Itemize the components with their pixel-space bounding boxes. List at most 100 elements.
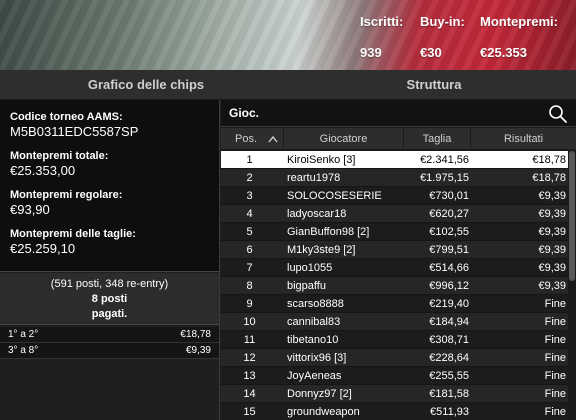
row-position: 6 bbox=[246, 244, 253, 256]
table-row[interactable]: 4 ladyoscar18 €620,27 €9,39 bbox=[221, 205, 568, 223]
total-prize-value: €25.353,00 bbox=[10, 163, 76, 178]
regular-prize-value: €93,90 bbox=[10, 202, 50, 217]
row-stack: €219,40 bbox=[429, 298, 469, 310]
table-row[interactable]: 13 JoyAeneas €255,55 Fine bbox=[221, 367, 568, 385]
row-stack: €102,55 bbox=[429, 226, 469, 238]
row-stack: €511,93 bbox=[430, 406, 469, 418]
row-stack: €184,94 bbox=[429, 316, 469, 328]
table-row[interactable]: 14 Donnyz97 [2] €181,58 Fine bbox=[221, 385, 568, 403]
row-position: 12 bbox=[243, 352, 256, 364]
row-player: SOLOCOSESERIE bbox=[287, 190, 382, 202]
table-row[interactable]: 11 tibetano10 €308,71 Fine bbox=[221, 331, 568, 349]
row-player: lupo1055 bbox=[287, 262, 333, 274]
paid-suffix-text: pagati. bbox=[91, 308, 128, 320]
total-prize-label: Montepremi totale: bbox=[10, 150, 109, 162]
row-result: €9,39 bbox=[538, 244, 566, 256]
buyin-label: Buy-in: bbox=[420, 14, 465, 29]
column-header-result[interactable]: Risultati bbox=[471, 128, 576, 150]
table-row[interactable]: 3 SOLOCOSESERIE €730,01 €9,39 bbox=[221, 187, 568, 205]
column-header-pos[interactable]: Pos. bbox=[221, 128, 284, 150]
row-player: ladyoscar18 bbox=[287, 208, 347, 220]
players-table-body: 1 KiroiSenko [3] €2.341,56 €18,78 2 reartu197… bbox=[221, 151, 568, 420]
row-result: Fine bbox=[544, 406, 566, 418]
entries-text: (591 posti, 348 re-entry) bbox=[50, 278, 169, 290]
iscritti-label: Iscritti: bbox=[360, 14, 404, 29]
row-result: €18,78 bbox=[532, 172, 566, 184]
row-stack: €799,51 bbox=[429, 244, 469, 256]
player-search-bar[interactable]: Gioc. bbox=[221, 100, 576, 127]
row-player: M1ky3ste9 [2] bbox=[287, 244, 356, 256]
row-player: GianBuffon98 [2] bbox=[287, 226, 370, 238]
row-stack: €730,01 bbox=[429, 190, 469, 202]
row-player: bigpaffu bbox=[287, 280, 326, 292]
code-label: Codice torneo AAMS: bbox=[10, 111, 123, 123]
row-position: 10 bbox=[243, 316, 256, 328]
row-player: KiroiSenko [3] bbox=[287, 154, 356, 166]
column-header-player[interactable]: Giocatore bbox=[284, 128, 404, 150]
search-icon[interactable] bbox=[548, 104, 568, 124]
tab-grafico-chips[interactable]: Grafico delle chips bbox=[0, 70, 292, 100]
column-pos-label: Pos. bbox=[235, 133, 258, 145]
row-player: tibetano10 bbox=[287, 334, 339, 346]
row-position: 11 bbox=[243, 334, 256, 346]
row-result: €18,78 bbox=[532, 154, 566, 166]
tournament-header: Iscritti: 939 Buy-in: €30 Montepremi: €2… bbox=[0, 0, 576, 70]
payout-row: 3° a 8° €9,39 bbox=[0, 343, 219, 359]
row-result: €9,39 bbox=[538, 262, 566, 274]
row-result: Fine bbox=[544, 298, 566, 310]
row-position: 9 bbox=[246, 298, 253, 310]
table-row[interactable]: 10 cannibal83 €184,94 Fine bbox=[221, 313, 568, 331]
column-header-stack[interactable]: Taglia bbox=[404, 128, 471, 150]
row-stack: €2.341,56 bbox=[420, 154, 469, 166]
table-row[interactable]: 5 GianBuffon98 [2] €102,55 €9,39 bbox=[221, 223, 568, 241]
row-position: 3 bbox=[246, 190, 253, 202]
row-stack: €1.975,15 bbox=[420, 172, 469, 184]
search-label: Gioc. bbox=[229, 106, 260, 120]
table-row[interactable]: 8 bigpaffu €996,12 €9,39 bbox=[221, 277, 568, 295]
row-result: €9,39 bbox=[538, 208, 566, 220]
row-player: cannibal83 bbox=[287, 316, 341, 328]
table-scrollbar[interactable] bbox=[568, 151, 576, 420]
row-position: 7 bbox=[246, 262, 253, 274]
table-row[interactable]: 9 scarso8888 €219,40 Fine bbox=[221, 295, 568, 313]
row-result: Fine bbox=[544, 352, 566, 364]
row-result: Fine bbox=[544, 388, 566, 400]
buyin-value: €30 bbox=[420, 45, 442, 60]
table-row[interactable]: 12 vittorix96 [3] €228,64 Fine bbox=[221, 349, 568, 367]
row-position: 4 bbox=[246, 208, 253, 220]
row-position: 15 bbox=[243, 406, 256, 418]
paid-count-text: 8 posti bbox=[91, 293, 128, 305]
table-row[interactable]: 6 M1ky3ste9 [2] €799,51 €9,39 bbox=[221, 241, 568, 259]
row-stack: €228,64 bbox=[429, 352, 469, 364]
payout-amount: €9,39 bbox=[185, 345, 211, 356]
row-stack: €620,27 bbox=[429, 208, 469, 220]
row-position: 8 bbox=[246, 280, 253, 292]
tab-bar: Grafico delle chips Struttura bbox=[0, 70, 576, 100]
row-player: reartu1978 bbox=[287, 172, 341, 184]
bounty-prize-value: €25.259,10 bbox=[10, 241, 76, 256]
payout-range: 1° a 2° bbox=[8, 329, 39, 340]
row-position: 13 bbox=[243, 370, 256, 382]
prize-info: Codice torneo AAMS: M5B0311EDC5587SP Mon… bbox=[0, 100, 219, 272]
players-panel: Gioc. Pos. Giocatore Taglia Risultati 1 K… bbox=[221, 100, 576, 420]
table-row[interactable]: 7 lupo1055 €514,66 €9,39 bbox=[221, 259, 568, 277]
row-position: 2 bbox=[246, 172, 253, 184]
scrollbar-thumb[interactable] bbox=[569, 151, 575, 281]
paid-places-summary: (591 posti, 348 re-entry) 8 posti pagati… bbox=[0, 273, 219, 325]
table-row[interactable]: 15 groundweapon €511,93 Fine bbox=[221, 403, 568, 420]
row-result: €9,39 bbox=[538, 280, 566, 292]
row-player: scarso8888 bbox=[287, 298, 344, 310]
row-result: Fine bbox=[544, 370, 566, 382]
row-position: 14 bbox=[243, 388, 256, 400]
table-row[interactable]: 2 reartu1978 €1.975,15 €18,78 bbox=[221, 169, 568, 187]
row-result: Fine bbox=[544, 316, 566, 328]
row-player: Donnyz97 [2] bbox=[287, 388, 352, 400]
row-result: €9,39 bbox=[538, 190, 566, 202]
bounty-prize-label: Montepremi delle taglie: bbox=[10, 228, 136, 240]
code-value: M5B0311EDC5587SP bbox=[10, 124, 139, 139]
tournament-info-panel: Codice torneo AAMS: M5B0311EDC5587SP Mon… bbox=[0, 100, 220, 420]
table-row[interactable]: 1 KiroiSenko [3] €2.341,56 €18,78 bbox=[221, 151, 568, 169]
montepremi-label: Montepremi: bbox=[480, 14, 558, 29]
tab-struttura[interactable]: Struttura bbox=[292, 70, 576, 100]
iscritti-value: 939 bbox=[360, 45, 382, 60]
